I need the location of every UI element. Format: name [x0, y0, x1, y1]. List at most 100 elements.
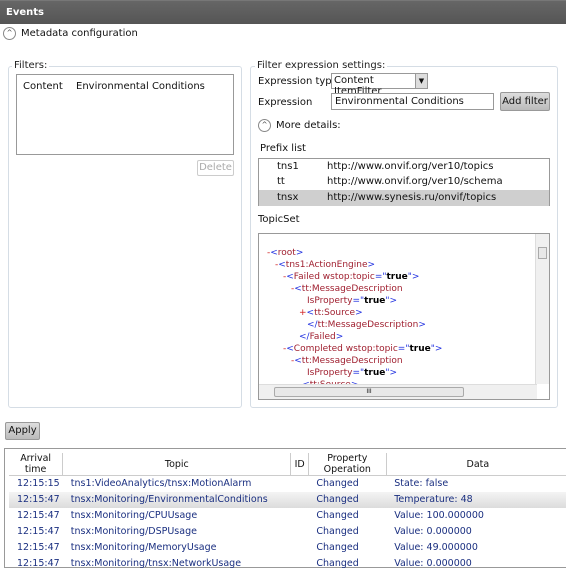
- filter-value: Environmental Conditions: [76, 81, 205, 92]
- xml-token: <: [294, 356, 302, 366]
- more-details-toggle[interactable]: ^ More details:: [258, 119, 341, 132]
- filters-list[interactable]: Content Environmental Conditions: [16, 74, 234, 155]
- dropdown-arrow-icon[interactable]: ▼: [415, 74, 427, 88]
- xml-token: </: [299, 332, 310, 342]
- cell-arrival-time: 12:15:15: [17, 478, 60, 490]
- cell-id: [291, 508, 308, 524]
- cell-arrival-time: 12:15:47: [17, 526, 60, 537]
- cell-property-operation: Changed: [316, 478, 359, 490]
- xml-token: </: [307, 320, 318, 330]
- scroll-thumb[interactable]: [538, 247, 547, 259]
- column-header-arrival-time[interactable]: Arrival time: [9, 453, 64, 476]
- table-row[interactable]: 12:15:47 tnsx:Monitoring/MemoryUsage Chang…: [9, 540, 566, 556]
- vertical-scrollbar[interactable]: [535, 234, 549, 384]
- xml-token: <: [278, 260, 286, 270]
- expression-type-select[interactable]: Content ItemFilter ▼: [331, 73, 428, 97]
- xml-token: <: [270, 248, 278, 258]
- cell-data: Temperature: 48: [386, 491, 566, 508]
- xml-token: tt:MessageDescription: [301, 356, 403, 366]
- apply-button[interactable]: Apply: [5, 422, 40, 440]
- delete-button[interactable]: Delete: [197, 160, 234, 176]
- cell-data: State: false: [394, 478, 449, 490]
- cell-topic: tnsx:Monitoring/tnsx:NetworkUsage: [70, 558, 242, 569]
- prefix-list-label: Prefix list: [260, 143, 306, 154]
- xml-token: <: [306, 308, 315, 318]
- column-header-topic[interactable]: Topic: [62, 453, 292, 476]
- more-details-label: More details:: [276, 120, 341, 131]
- table-row[interactable]: 12:15:47 tnsx:Monitoring/tnsx:NetworkUsag…: [9, 556, 566, 572]
- xml-token: IsProperty: [307, 368, 353, 378]
- prefix-uri: http://www.onvif.org/ver10/schema: [327, 176, 503, 187]
- table-row[interactable]: 12:15:47 tnsx:Monitoring/EnvironmentalCon…: [9, 491, 566, 508]
- cell-topic: tnsx:Monitoring/EnvironmentalConditions: [62, 491, 291, 508]
- xml-token: <: [286, 344, 294, 354]
- expression-input[interactable]: Environmental Conditions: [331, 93, 494, 110]
- cell-id: [290, 491, 309, 508]
- xml-token: <: [286, 272, 294, 282]
- xml-token: ">: [385, 368, 398, 378]
- cell-topic: tnsx:Monitoring/MemoryUsage: [70, 542, 217, 553]
- cell-arrival-time: 12:15:47: [17, 558, 60, 569]
- column-header-property-operation[interactable]: Property Operation: [308, 453, 387, 476]
- cell-data: Value: 0.000000: [394, 558, 472, 569]
- expand-icon[interactable]: +: [299, 308, 307, 318]
- xml-line: </tt:MessageDescription>: [267, 319, 442, 331]
- xml-token: Completed wstop:topic: [293, 344, 398, 354]
- xml-token: >: [355, 308, 363, 318]
- cell-arrival-time: 12:15:47: [9, 491, 63, 508]
- list-item[interactable]: tnsx http://www.synesis.ru/onvif/topics: [259, 190, 549, 206]
- filters-legend: Filters:: [12, 60, 50, 71]
- cell-id: [291, 524, 308, 540]
- topicset-label: TopicSet: [258, 214, 300, 225]
- filter-type: Content: [23, 81, 63, 92]
- prefix-uri: http://www.onvif.org/ver10/topics: [327, 161, 494, 172]
- column-header-data[interactable]: Data: [386, 453, 566, 476]
- cell-data: Value: 100.000000: [394, 510, 484, 521]
- cell-property-operation: Changed: [316, 526, 359, 537]
- expression-label: Expression: [258, 97, 313, 108]
- xml-token: =": [397, 344, 410, 354]
- scroll-thumb[interactable]: III: [274, 387, 464, 397]
- cell-topic: tnsx:Monitoring/CPUUsage: [70, 510, 198, 521]
- add-filter-button[interactable]: Add filter: [500, 92, 550, 111]
- cell-id: [291, 540, 308, 556]
- xml-token: root: [277, 248, 296, 258]
- xml-line: IsProperty="true">: [267, 367, 442, 379]
- table-row[interactable]: 12:15:47 tnsx:Monitoring/CPUUsage Changed V…: [9, 508, 566, 524]
- table-row[interactable]: 12:15:47 tnsx:Monitoring/DSPUsage Changed V…: [9, 524, 566, 540]
- xml-token: true: [364, 296, 386, 306]
- cell-id: [291, 476, 308, 492]
- prefix: tt: [277, 176, 285, 187]
- events-table-container: Arrival time Topic ID Property Operation…: [4, 448, 566, 569]
- xml-token: tt:MessageDescription: [317, 320, 419, 330]
- list-item[interactable]: Content Environmental Conditions: [17, 79, 233, 95]
- xml-token: =": [352, 296, 365, 306]
- xml-token: true: [386, 272, 408, 282]
- cell-topic: tns1:VideoAnalytics/tnsx:MotionAlarm: [70, 478, 252, 490]
- xml-line: IsProperty="true">: [267, 295, 442, 307]
- metadata-toggle[interactable]: ^ Metadata configuration: [3, 27, 138, 40]
- prefix-list[interactable]: tns1 http://www.onvif.org/ver10/topics tt…: [258, 158, 550, 206]
- prefix-uri: http://www.synesis.ru/onvif/topics: [327, 192, 497, 203]
- xml-token: tt:MessageDescription: [301, 284, 403, 294]
- xml-token: tt:Source: [314, 308, 356, 318]
- xml-token: =": [352, 368, 365, 378]
- horizontal-scrollbar[interactable]: III: [259, 384, 537, 399]
- prefix: tns1: [277, 161, 299, 172]
- xml-line: -<root>: [267, 247, 442, 259]
- expression-legend: Filter expression settings:: [255, 60, 388, 71]
- column-header-id[interactable]: ID: [290, 453, 309, 476]
- topicset-viewer[interactable]: -<root> -<tns1:ActionEngine> -<Failed wsto…: [258, 233, 550, 400]
- xml-token: ">: [385, 296, 398, 306]
- xml-token: <: [294, 284, 302, 294]
- table-row[interactable]: 12:15:15 tns1:VideoAnalytics/tnsx:MotionA…: [9, 476, 566, 492]
- xml-line: -<Failed wstop:topic="true">: [267, 271, 442, 283]
- xml-token: >: [335, 332, 344, 342]
- xml-line: </Failed>: [267, 331, 442, 343]
- cell-data: Value: 0.000000: [394, 526, 472, 537]
- list-item[interactable]: tt http://www.onvif.org/ver10/schema: [259, 174, 549, 190]
- cell-topic: tnsx:Monitoring/DSPUsage: [70, 526, 197, 537]
- cell-arrival-time: 12:15:47: [17, 510, 60, 521]
- xml-token: true: [364, 368, 386, 378]
- list-item[interactable]: tns1 http://www.onvif.org/ver10/topics: [259, 159, 549, 175]
